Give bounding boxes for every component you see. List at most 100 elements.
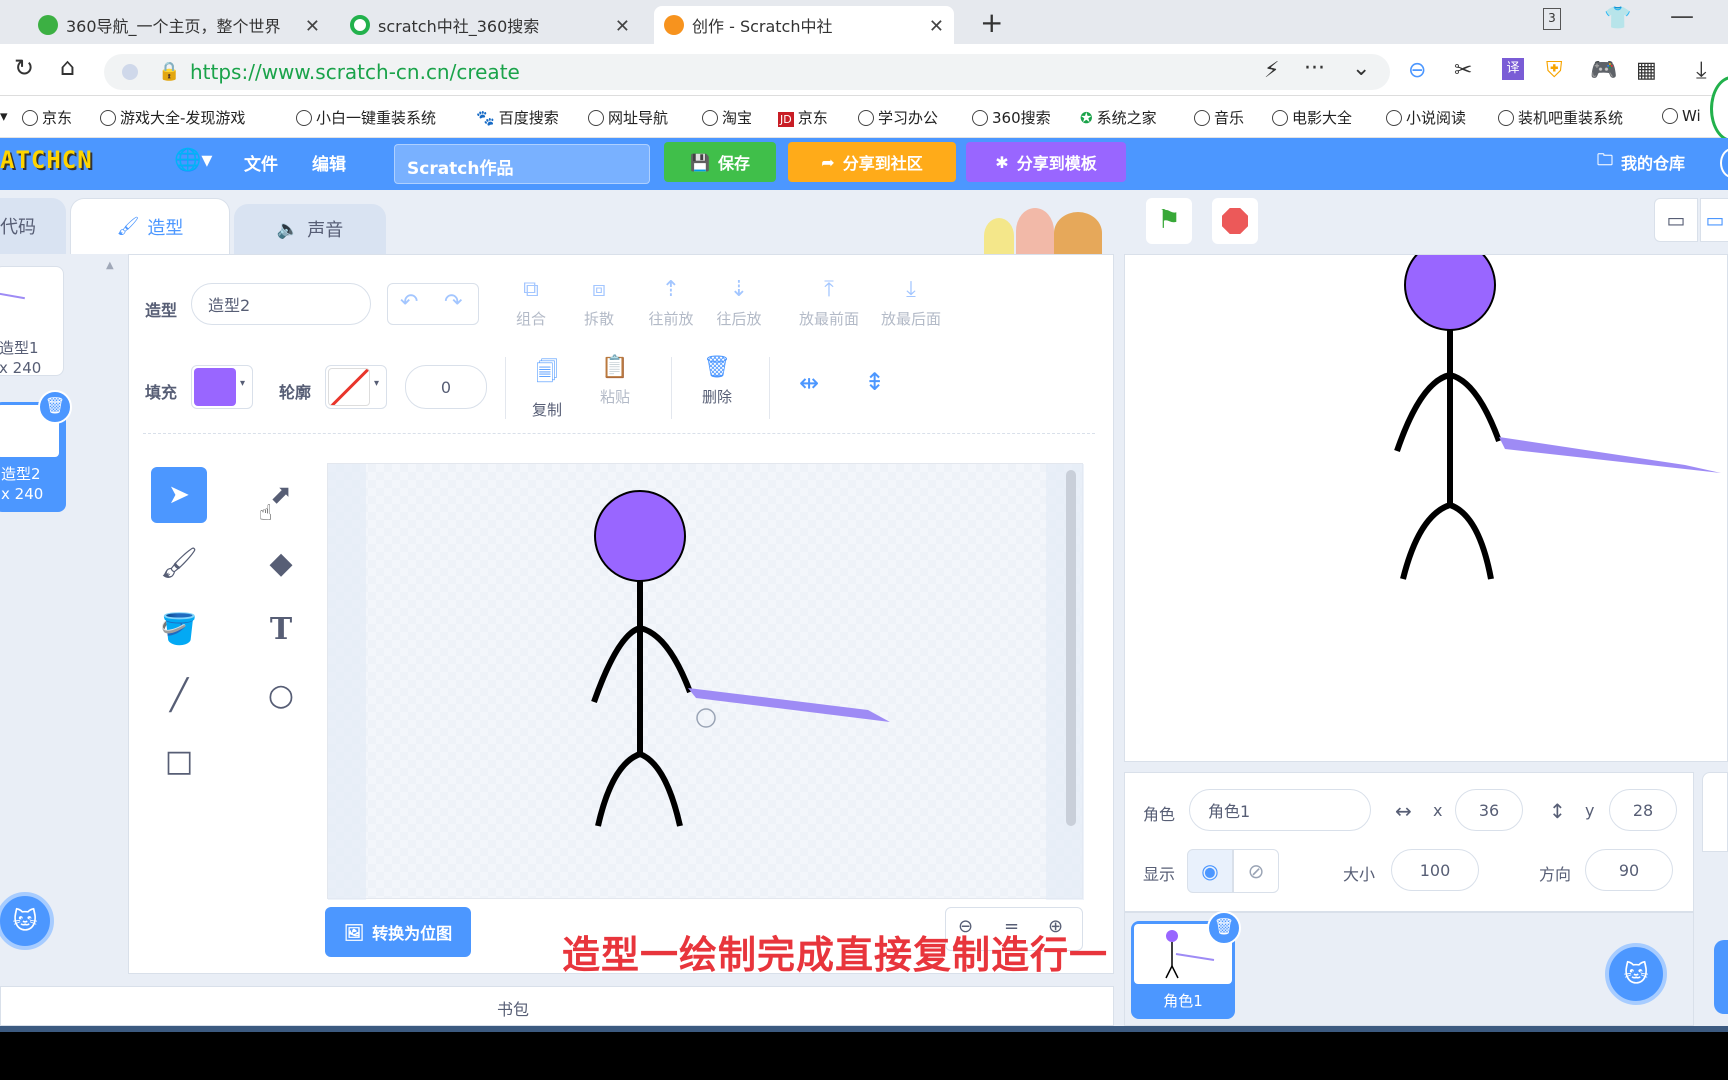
size-input[interactable]: 100 xyxy=(1391,849,1479,891)
bookmark-item[interactable]: 学习办公 xyxy=(858,107,938,128)
shield-icon[interactable]: ⛨ xyxy=(1546,58,1563,83)
direction-input[interactable]: 90 xyxy=(1585,849,1673,891)
bookmark-item[interactable]: 京东 xyxy=(22,107,72,128)
download-icon[interactable]: ⤓ xyxy=(1696,56,1707,84)
stage[interactable] xyxy=(1124,254,1728,762)
choose-sprite-button[interactable]: 🐱 xyxy=(1605,943,1667,1005)
eraser-tool-icon[interactable]: ◆ xyxy=(253,535,309,591)
browser-tab[interactable]: 360导航_一个主页，整个世界 ✕ xyxy=(28,6,330,44)
bookmark-item[interactable]: ▾ xyxy=(0,107,8,125)
large-stage-icon[interactable]: ▭ xyxy=(1700,198,1728,242)
my-stuff-button[interactable]: 🗀 我的仓库 xyxy=(1586,142,1696,182)
undo-icon[interactable]: ↶ xyxy=(400,290,418,315)
bookmark-item[interactable]: 360搜索 xyxy=(972,107,1051,128)
site-info-icon[interactable] xyxy=(122,64,138,80)
close-tab-icon[interactable]: ✕ xyxy=(615,16,630,37)
small-stage-icon[interactable]: ▭ xyxy=(1654,198,1698,242)
minimize-icon[interactable]: — xyxy=(1670,2,1694,30)
front-button[interactable]: ⤒ 放最前面 xyxy=(789,277,869,329)
line-tool-icon[interactable]: ╱ xyxy=(151,667,207,723)
delete-sprite-icon[interactable]: 🗑 xyxy=(1207,911,1241,945)
rectangle-tool-icon[interactable]: □ xyxy=(151,733,207,789)
share-template-button[interactable]: ✱ 分享到模板 xyxy=(966,142,1126,182)
costume-item[interactable]: 造型1 x 240 xyxy=(0,266,64,377)
bookmark-item[interactable]: 🐾 百度搜索 xyxy=(476,107,559,128)
scroll-up-icon[interactable]: ▲ xyxy=(106,260,114,271)
flip-horizontal-icon[interactable]: ⇹ xyxy=(799,369,819,397)
project-title-input[interactable]: Scratch作品 xyxy=(394,144,650,184)
more-icon[interactable]: ··· xyxy=(1304,56,1325,81)
stage-target-pane[interactable] xyxy=(1702,772,1728,852)
reload-icon[interactable]: ↻ xyxy=(14,54,34,82)
select-tool-icon[interactable]: ➤ xyxy=(151,467,207,523)
save-button[interactable]: 💾 保存 xyxy=(664,142,776,182)
back-button[interactable]: ⤓ 放最后面 xyxy=(871,277,951,329)
choose-backdrop-button[interactable] xyxy=(1714,940,1728,1014)
paste-button[interactable]: 📋 粘贴 xyxy=(585,355,645,407)
language-globe-icon[interactable]: 🌐▾ xyxy=(174,148,212,173)
stop-button[interactable] xyxy=(1212,198,1258,244)
circle-tool-icon[interactable]: ○ xyxy=(253,667,309,723)
bookmark-item[interactable]: ✪ 系统之家 xyxy=(1080,107,1157,128)
chevron-down-icon[interactable]: ⌄ xyxy=(1352,56,1370,81)
translate-icon[interactable]: 译 xyxy=(1502,58,1524,80)
sprite-name-input[interactable]: 角色1 xyxy=(1189,789,1371,831)
text-tool-icon[interactable]: T xyxy=(253,601,309,657)
canvas-scrollbar[interactable] xyxy=(1066,470,1076,826)
backward-button[interactable]: ⇣ 往后放 xyxy=(709,277,769,329)
delete-costume-icon[interactable]: 🗑 xyxy=(38,390,72,424)
ad-block-icon[interactable]: ⊖ xyxy=(1408,58,1426,83)
bookmark-item[interactable]: 淘宝 xyxy=(702,107,752,128)
bookmark-item[interactable]: 音乐 xyxy=(1194,107,1244,128)
delete-button[interactable]: 🗑 删除 xyxy=(687,355,747,407)
close-tab-icon[interactable]: ✕ xyxy=(305,16,320,37)
bookmark-item[interactable]: 装机吧重装系统 xyxy=(1498,107,1623,128)
green-flag-icon[interactable]: ⚑ xyxy=(1146,198,1192,244)
tab-code[interactable]: 代码 xyxy=(0,198,66,254)
hide-icon[interactable]: ⊘ xyxy=(1233,849,1279,893)
ungroup-button[interactable]: ⧈ 拆散 xyxy=(569,277,629,329)
home-icon[interactable]: ⌂ xyxy=(60,53,75,81)
bookmark-item[interactable]: JD 京东 xyxy=(778,107,828,128)
paint-canvas[interactable] xyxy=(327,463,1084,900)
new-tab-icon[interactable]: + xyxy=(980,6,1003,39)
lightning-icon[interactable]: ⚡ xyxy=(1264,58,1279,83)
edit-menu[interactable]: 编辑 xyxy=(312,150,346,175)
convert-bitmap-button[interactable]: 🖼 转换为位图 xyxy=(325,907,471,957)
brush-tool-icon[interactable]: 🖌 xyxy=(151,535,207,591)
bookmark-item[interactable]: 小白一键重装系统 xyxy=(296,107,436,128)
outline-color-picker[interactable]: ▾ xyxy=(325,365,387,409)
bookmark-item[interactable]: 小说阅读 xyxy=(1386,107,1466,128)
tab-count-badge[interactable]: 3 xyxy=(1543,8,1561,30)
costume-name-input[interactable]: 造型2 xyxy=(191,283,371,325)
forward-button[interactable]: ⇡ 往前放 xyxy=(641,277,701,329)
backpack[interactable]: 书包 xyxy=(0,986,1114,1026)
show-visible-icon[interactable]: ◉ xyxy=(1187,849,1233,893)
account-icon[interactable] xyxy=(1720,148,1728,178)
share-community-button[interactable]: ➦ 分享到社区 xyxy=(788,142,956,182)
url-field[interactable]: 🔒 https://www.scratch-cn.cn/create ⚡ ···… xyxy=(104,54,1390,90)
copy-button[interactable]: 🗐 复制 xyxy=(517,355,577,420)
scratch-logo[interactable]: ATCHCN xyxy=(0,146,93,174)
y-input[interactable]: 28 xyxy=(1609,789,1677,831)
bookmark-item[interactable]: 电影大全 xyxy=(1272,107,1352,128)
x-input[interactable]: 36 xyxy=(1455,789,1523,831)
fill-tool-icon[interactable]: 🪣 xyxy=(151,601,207,657)
fill-color-picker[interactable]: ▾ xyxy=(191,365,253,409)
choose-costume-button[interactable]: 🐱 xyxy=(0,892,54,950)
scissors-icon[interactable]: ✂ xyxy=(1454,58,1472,83)
bookmark-item[interactable]: 网址导航 xyxy=(588,107,668,128)
browser-tab-active[interactable]: 创作 - Scratch中社 ✕ xyxy=(654,6,954,44)
bookmark-item[interactable]: 游戏大全-发现游戏 xyxy=(100,107,280,128)
tab-costumes[interactable]: 🖌 造型 xyxy=(70,198,230,254)
tab-sounds[interactable]: 🔈 声音 xyxy=(234,204,386,254)
browser-tab[interactable]: scratch中社_360搜索 ✕ xyxy=(340,6,640,44)
apps-grid-icon[interactable]: ▦ xyxy=(1636,58,1657,83)
file-menu[interactable]: 文件 xyxy=(244,150,278,175)
game-icon[interactable]: 🎮 xyxy=(1590,58,1617,83)
group-button[interactable]: ⧉ 组合 xyxy=(501,277,561,329)
bookmark-item[interactable]: Wi xyxy=(1662,107,1701,125)
close-tab-icon[interactable]: ✕ xyxy=(929,16,944,37)
flip-vertical-icon[interactable]: ⇹ xyxy=(861,371,889,391)
redo-icon[interactable]: ↷ xyxy=(444,290,462,315)
